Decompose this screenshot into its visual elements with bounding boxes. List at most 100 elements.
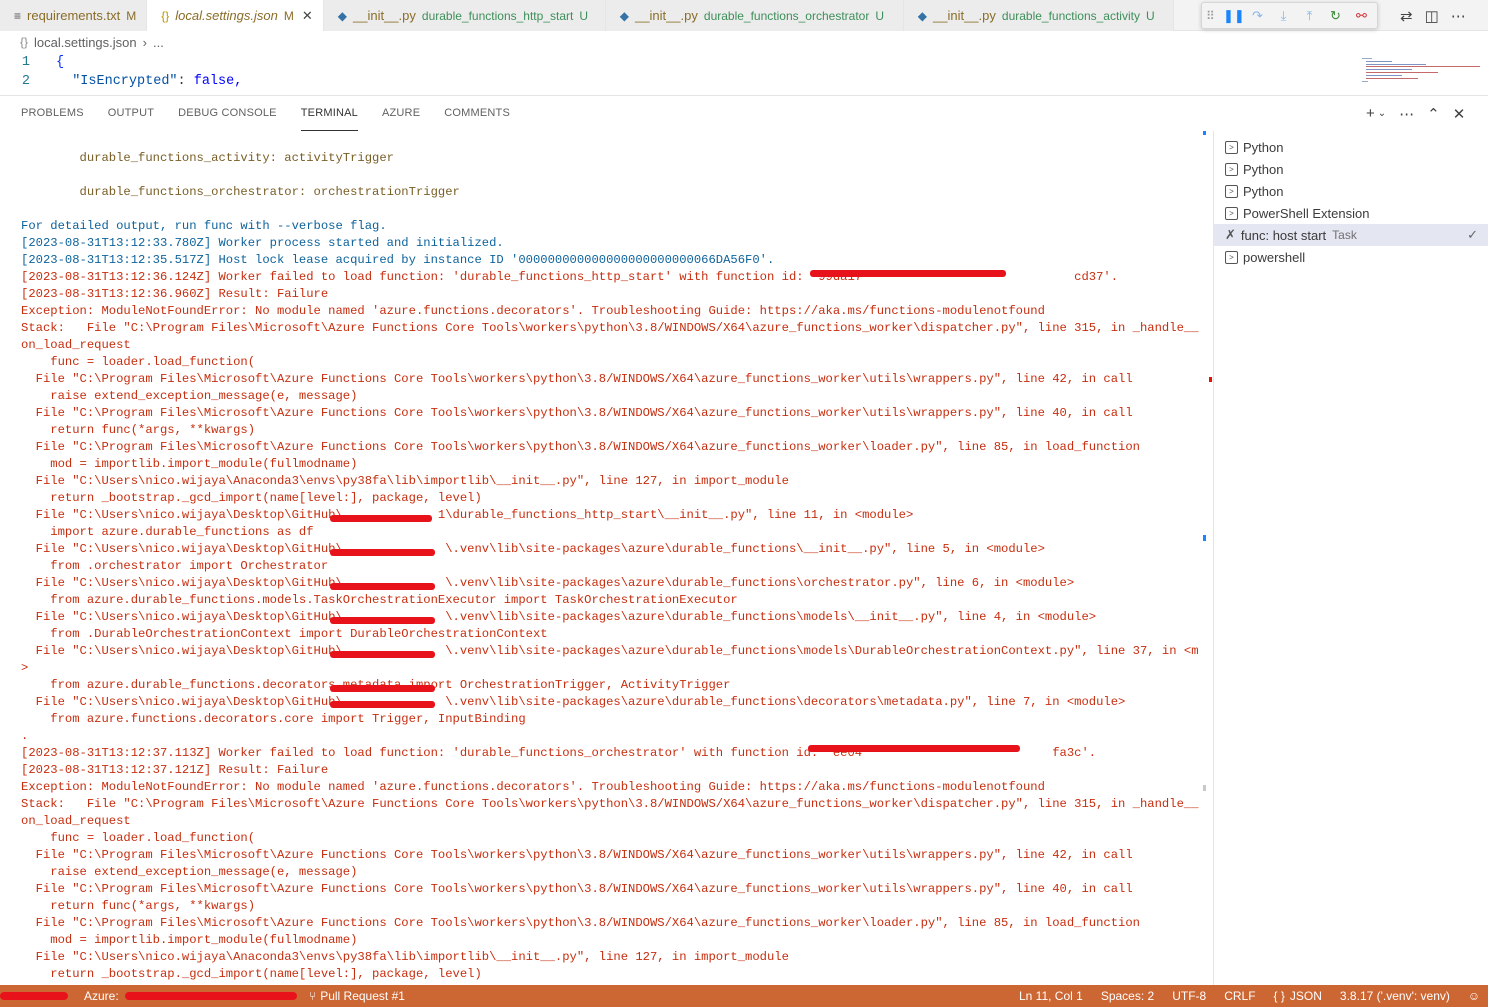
encoding[interactable]: UTF-8 <box>1163 985 1215 1007</box>
tab-git-status: U <box>1145 8 1155 23</box>
pull-request-label: Pull Request #1 <box>320 989 405 1003</box>
terminal-list-item[interactable]: > Python <box>1214 158 1488 180</box>
terminal-line: Stack: File "C:\Program Files\Microsoft\… <box>21 321 1199 335</box>
tab-filename: requirements.txt <box>27 8 121 23</box>
terminal-line: File "C:\Program Files\Microsoft\Azure F… <box>21 440 1140 454</box>
tab-filename: local.settings.json <box>175 8 278 23</box>
tab-terminal[interactable]: TERMINAL <box>300 96 358 131</box>
tab-requirements-txt[interactable]: ≡ requirements.txt M <box>0 0 148 31</box>
terminal-line: from azure.durable_functions.models.Task… <box>21 593 738 607</box>
terminal-line: [2023-08-31T13:12:37.121Z] Result: Failu… <box>21 763 329 777</box>
json-key: "IsEncrypted" <box>72 74 178 89</box>
redaction-mark <box>808 745 1020 752</box>
terminal-line: durable_functions_orchestrator: orchestr… <box>21 185 460 199</box>
indentation[interactable]: Spaces: 2 <box>1092 985 1163 1007</box>
status-bar: Azure: ⑂ Pull Request #1 Ln 11, Col 1 Sp… <box>0 985 1488 1007</box>
terminal-line: [2023-08-31T13:12:35.517Z] Host lock lea… <box>21 253 775 267</box>
terminal-line: Stack: File "C:\Program Files\Microsoft\… <box>21 797 1199 811</box>
python-interpreter[interactable]: 3.8.17 ('.venv': venv) <box>1331 985 1459 1007</box>
azure-label: Azure: <box>84 989 119 1003</box>
new-terminal-icon[interactable]: + <box>1366 105 1375 122</box>
step-over-icon[interactable]: ↷ <box>1249 8 1266 24</box>
step-into-icon[interactable]: ⤓ <box>1275 8 1292 24</box>
terminal-list-item[interactable]: > PowerShell Extension <box>1214 202 1488 224</box>
line-number: 2 <box>21 74 30 89</box>
chevron-down-icon[interactable]: ⌄ <box>1378 108 1386 119</box>
terminal-output[interactable]: durable_functions_activity: activityTrig… <box>0 131 1200 986</box>
python-file-icon: ◆ <box>337 8 347 23</box>
language-mode[interactable]: { } JSON <box>1265 985 1331 1007</box>
tab-debug-console[interactable]: DEBUG CONSOLE <box>178 96 277 131</box>
split-editor-icon[interactable]: ◫ <box>1425 7 1439 25</box>
minimap[interactable] <box>1358 56 1482 92</box>
terminal-line: from .DurableOrchestrationContext import… <box>21 627 548 641</box>
terminal-list-sublabel: Task <box>1332 228 1357 242</box>
tab-output[interactable]: OUTPUT <box>108 96 154 131</box>
tab-local-settings-json[interactable]: {} local.settings.json M ✕ <box>147 0 324 31</box>
terminal-line: mod = importlib.import_module(fullmodnam… <box>21 933 358 947</box>
terminal-line: File "C:\Users\nico.wijaya\Desktop\GitHu… <box>21 542 1045 556</box>
tab-git-status: U <box>875 8 884 23</box>
terminal-list-label: powershell <box>1243 249 1306 265</box>
terminal-list-items: > Python > Python > Python > PowerShell Extensi… <box>1214 136 1488 268</box>
compare-changes-icon[interactable]: ⇄ <box>1400 7 1413 25</box>
line-number: 1 <box>21 55 30 70</box>
terminal-line: Exception: ModuleNotFoundError: No modul… <box>21 304 1045 318</box>
terminal-line: File "C:\Users\nico.wijaya\Desktop\GitHu… <box>21 610 1097 624</box>
tab-comments[interactable]: COMMENTS <box>444 96 510 131</box>
tab-init-orchestrator[interactable]: ◆ __init__.py durable_functions_orchestr… <box>605 0 904 31</box>
end-of-line[interactable]: CRLF <box>1215 985 1264 1007</box>
feedback-icon[interactable]: ☺ <box>1459 985 1488 1007</box>
redaction-mark <box>0 992 68 1000</box>
breadcrumb-tail[interactable]: ... <box>153 35 164 50</box>
terminal-list-item[interactable]: > Python <box>1214 180 1488 202</box>
redaction-mark <box>330 549 435 556</box>
json-brace: { <box>56 55 65 70</box>
tab-init-activity[interactable]: ◆ __init__.py durable_functions_activity… <box>903 0 1174 31</box>
language-label: JSON <box>1289 989 1322 1003</box>
terminal-scrollbar[interactable] <box>1200 131 1214 986</box>
terminal-list-item[interactable]: > powershell <box>1214 246 1488 268</box>
drag-handle-icon[interactable]: ⠿ <box>1206 9 1215 23</box>
close-icon[interactable]: ✕ <box>1453 105 1466 123</box>
step-out-icon[interactable]: ⤒ <box>1301 8 1318 24</box>
redaction-mark <box>330 685 435 692</box>
terminal-line: For detailed output, run func with --ver… <box>21 219 387 233</box>
terminal-line: Exception: ModuleNotFoundError: No modul… <box>21 780 1045 794</box>
pause-icon[interactable]: ❚❚ <box>1223 8 1245 24</box>
disconnect-icon[interactable]: ⚯ <box>1353 8 1370 24</box>
terminal-list-item[interactable]: ✗ func: host start Task ✓ <box>1214 224 1488 246</box>
terminal-list-label: Python <box>1243 183 1284 199</box>
terminal-icon: > <box>1225 140 1238 154</box>
restart-icon[interactable]: ↻ <box>1327 8 1344 24</box>
terminal-line: File "C:\Users\nico.wijaya\Desktop\GitHu… <box>21 644 1199 658</box>
cursor-position[interactable]: Ln 11, Col 1 <box>1010 985 1092 1007</box>
terminal-line: File "C:\Program Files\Microsoft\Azure F… <box>21 916 1140 930</box>
terminal-list-label: func: host start <box>1240 227 1327 243</box>
tab-problems[interactable]: PROBLEMS <box>21 96 84 131</box>
tab-init-http-start[interactable]: ◆ __init__.py durable_functions_http_sta… <box>323 0 606 31</box>
terminal-line: raise extend_exception_message(e, messag… <box>21 865 358 879</box>
more-actions-icon[interactable]: ⋯ <box>1451 7 1466 25</box>
maximize-panel-icon[interactable]: ⌃ <box>1427 105 1440 123</box>
tab-git-status: U <box>579 8 588 23</box>
close-icon[interactable]: ✕ <box>302 8 313 24</box>
json-braces-icon: { } <box>1273 989 1285 1003</box>
terminal-line: [2023-08-31T13:12:36.124Z] Worker failed… <box>21 270 1119 284</box>
remote-indicator[interactable] <box>0 985 75 1007</box>
redaction-mark <box>330 651 435 658</box>
terminal-list: > Python > Python > Python > PowerShell Extensi… <box>1213 131 1488 986</box>
tab-git-status: M <box>283 8 294 23</box>
code-editor[interactable]: 1 { 2 "IsEncrypted": false, <box>0 53 1488 95</box>
json-file-icon: {} <box>161 8 170 23</box>
azure-account[interactable]: Azure: <box>75 985 300 1007</box>
pull-request-item[interactable]: ⑂ Pull Request #1 <box>300 985 414 1007</box>
more-actions-icon[interactable]: ⋯ <box>1399 105 1414 123</box>
line-code: "IsEncrypted": false, <box>44 72 242 91</box>
terminal-list-item[interactable]: > Python <box>1214 136 1488 158</box>
redaction-mark <box>330 583 435 590</box>
breadcrumb-file[interactable]: local.settings.json <box>34 35 137 50</box>
tab-azure[interactable]: AZURE <box>382 96 420 131</box>
